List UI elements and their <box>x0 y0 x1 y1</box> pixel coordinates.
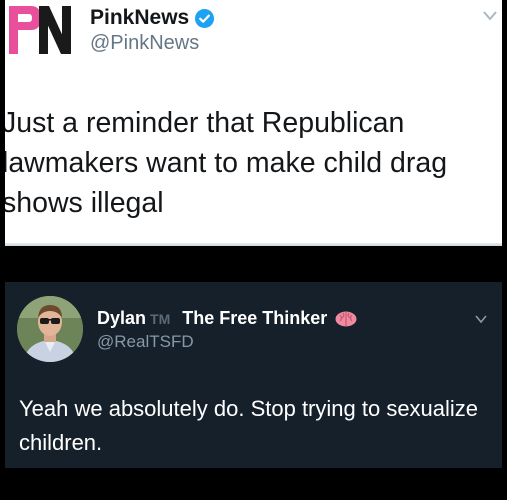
trademark-mark: TM <box>150 310 171 327</box>
chevron-down-icon[interactable] <box>474 314 488 324</box>
divider <box>5 243 502 246</box>
avatar-image <box>17 296 83 362</box>
author-name-row[interactable]: Dylan TM The Free Thinker <box>97 308 357 329</box>
top-tweet-card: PinkNews @PinkNews Just a reminder that … <box>5 0 502 246</box>
author-display-name[interactable]: Dylan <box>97 308 146 329</box>
author-display-name-suffix[interactable]: The Free Thinker <box>182 308 327 329</box>
avatar[interactable] <box>17 296 83 362</box>
tweet-text: Just a reminder that Republican lawmaker… <box>5 107 448 219</box>
verified-badge-icon <box>195 8 215 28</box>
author-display-name[interactable]: PinkNews <box>90 6 189 30</box>
bottom-tweet-card: Dylan TM The Free Thinker @RealTSFD Yeah… <box>5 282 502 468</box>
tweet-text: Yeah we absolutely do. Stop trying to se… <box>19 396 479 455</box>
author-name-row[interactable]: PinkNews <box>90 6 215 30</box>
pinknews-logo <box>9 6 71 54</box>
brain-emoji-icon <box>335 311 357 326</box>
chevron-down-icon[interactable] <box>482 10 498 22</box>
author-handle[interactable]: @RealTSFD <box>97 332 194 352</box>
author-handle[interactable]: @PinkNews <box>90 32 199 55</box>
